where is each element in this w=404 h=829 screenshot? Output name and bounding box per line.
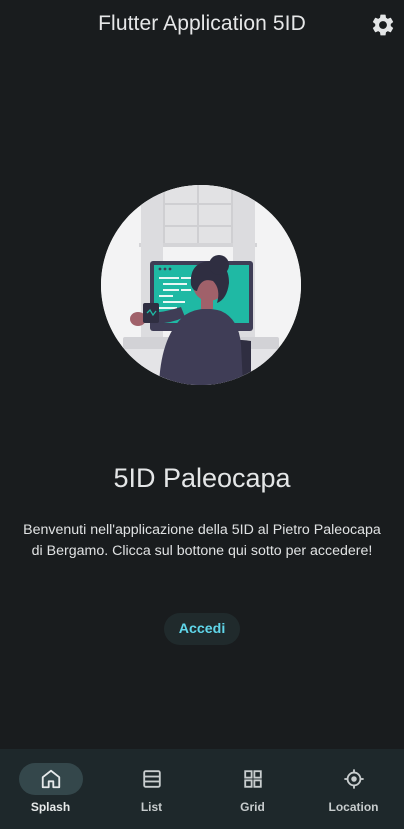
list-icon xyxy=(142,770,161,788)
person-at-computer-illustration xyxy=(101,185,301,385)
location-icon xyxy=(343,769,364,789)
nav-item-location[interactable]: Location xyxy=(303,749,404,829)
app-screen: Flutter Application 5ID 5ID Paleocapa Be… xyxy=(0,0,404,829)
nav-label-location: Location xyxy=(328,800,379,814)
home-icon xyxy=(41,769,60,789)
gear-icon xyxy=(372,14,394,36)
welcome-description: Benvenuti nell'applicazione della 5ID al… xyxy=(23,522,381,559)
settings-button[interactable] xyxy=(370,12,396,38)
nav-item-grid[interactable]: Grid xyxy=(202,749,303,829)
nav-item-list[interactable]: List xyxy=(101,749,202,829)
nav-label-list: List xyxy=(140,800,163,814)
app-bar: Flutter Application 5ID xyxy=(0,0,404,52)
nav-label-grid: Grid xyxy=(240,800,265,814)
nav-item-splash[interactable]: Splash xyxy=(0,749,101,829)
grid-icon xyxy=(243,770,262,788)
page-title: Flutter Application 5ID xyxy=(98,12,306,35)
bottom-navigation-bar: Splash List Grid Location xyxy=(0,749,404,829)
nav-label-splash: Splash xyxy=(30,800,71,814)
welcome-title: 5ID Paleocapa xyxy=(113,463,291,493)
accedi-button[interactable]: Accedi xyxy=(164,613,240,645)
hero-illustration xyxy=(101,185,301,385)
